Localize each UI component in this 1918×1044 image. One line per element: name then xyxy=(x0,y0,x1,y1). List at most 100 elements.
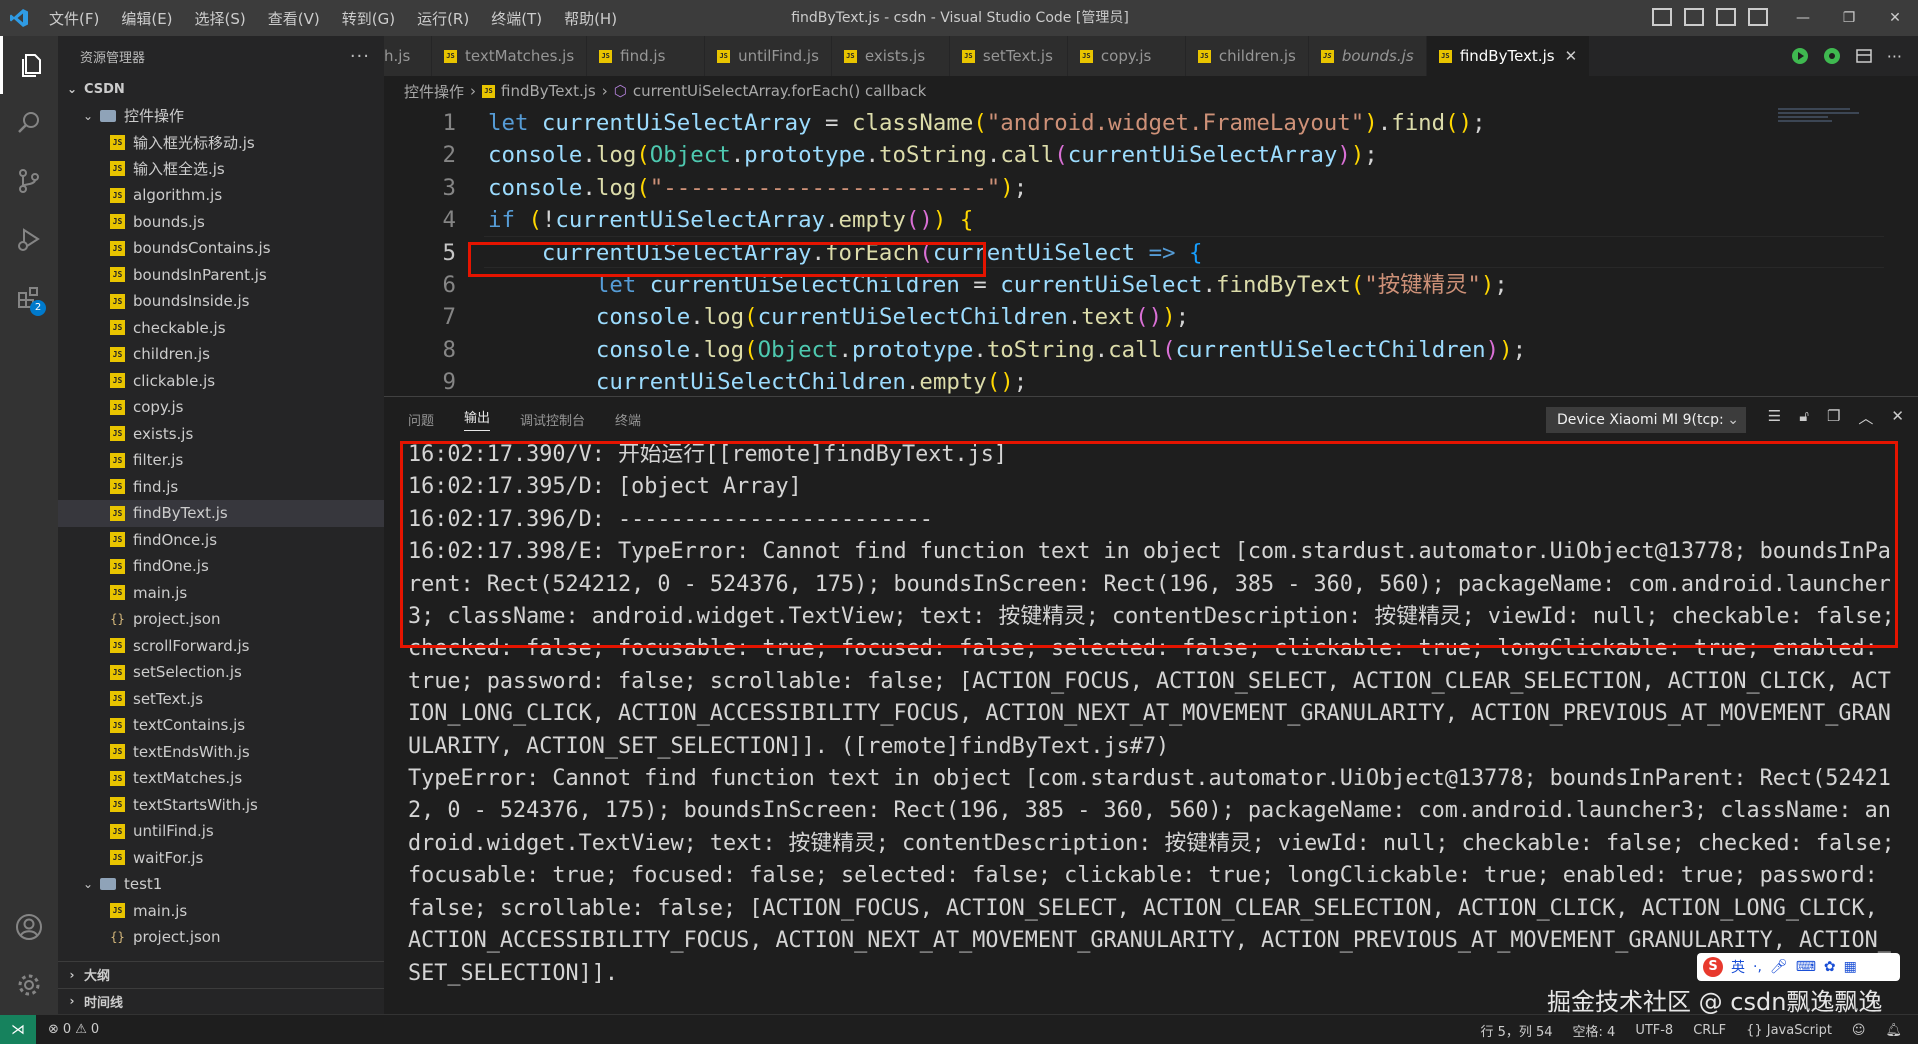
breadcrumb-file[interactable]: findByText.js xyxy=(501,82,596,100)
toggle-sidebar-icon[interactable] xyxy=(1652,8,1672,26)
panel-tab[interactable]: 终端 xyxy=(615,410,641,429)
file-item[interactable]: JS clickable.js xyxy=(58,368,384,395)
notifications-icon[interactable]: 🔔︎ xyxy=(1885,1023,1902,1038)
folder-kongjian[interactable]: ⌄ 控件操作 xyxy=(58,103,384,130)
explorer-icon[interactable] xyxy=(0,36,58,94)
file-item[interactable]: JS findByText.js xyxy=(58,500,384,527)
maximize-panel-icon[interactable]: ︿ xyxy=(1858,407,1873,428)
toggle-secondary-sidebar-icon[interactable] xyxy=(1716,8,1736,26)
editor-tab[interactable]: h.js xyxy=(384,36,432,76)
file-item[interactable]: JS exists.js xyxy=(58,421,384,448)
editor-tab[interactable]: JS find.js xyxy=(587,36,706,76)
ime-keyboard-icon[interactable]: ⌨︎ xyxy=(1796,959,1816,975)
remote-run-icon[interactable] xyxy=(1823,47,1841,65)
menu-item[interactable]: 文件(F) xyxy=(38,8,110,29)
ime-toolbar[interactable]: S 英 ·, 🎤︎ ⌨︎ ✿ ▦ xyxy=(1697,953,1900,981)
panel-tab[interactable]: 调试控制台 xyxy=(520,410,585,429)
editor-tab[interactable]: JS children.js xyxy=(1185,36,1309,76)
file-item[interactable]: JS textStartsWith.js xyxy=(58,792,384,819)
minimize-icon[interactable]: — xyxy=(1780,0,1826,36)
indentation[interactable]: 空格: 4 xyxy=(1573,1021,1616,1040)
tab-active[interactable]: JS findByText.js ✕ xyxy=(1426,36,1591,76)
file-item[interactable]: JS setSelection.js xyxy=(58,659,384,686)
file-item[interactable]: {} project.json xyxy=(58,924,384,951)
encoding[interactable]: UTF-8 xyxy=(1635,1023,1673,1038)
feedback-icon[interactable]: ☺ xyxy=(1852,1023,1866,1038)
problems-indicator[interactable]: ⊗ 0 ⚠ 0 xyxy=(48,1022,99,1037)
file-item[interactable]: JS boundsContains.js xyxy=(58,235,384,262)
file-item[interactable]: JS filter.js xyxy=(58,447,384,474)
file-item[interactable]: JS findOnce.js xyxy=(58,527,384,554)
panel-tab[interactable]: 问题 xyxy=(408,410,434,429)
file-item[interactable]: JS 输入框光标移动.js xyxy=(58,129,384,156)
editor-tab[interactable]: JS untilFind.js xyxy=(705,36,832,76)
run-icon[interactable] xyxy=(1791,47,1809,65)
restore-icon[interactable]: ❐ xyxy=(1826,0,1872,36)
breadcrumb-folder[interactable]: 控件操作 xyxy=(404,81,464,102)
open-editor-icon[interactable]: ❐ xyxy=(1827,407,1840,428)
file-item[interactable]: JS checkable.js xyxy=(58,315,384,342)
search-icon[interactable] xyxy=(0,94,58,152)
ime-language[interactable]: 英 xyxy=(1731,957,1745,977)
clear-output-icon[interactable]: ☰ xyxy=(1768,407,1781,428)
file-item[interactable]: JS find.js xyxy=(58,474,384,501)
remote-indicator-icon[interactable]: ⋊ xyxy=(0,1014,36,1044)
timeline-section[interactable]: › 时间线 xyxy=(58,987,384,1015)
customize-layout-icon[interactable] xyxy=(1748,8,1768,26)
file-item[interactable]: JS copy.js xyxy=(58,394,384,421)
file-item[interactable]: JS bounds.js xyxy=(58,209,384,236)
more-actions-icon[interactable]: ··· xyxy=(1887,47,1902,66)
file-item[interactable]: JS setText.js xyxy=(58,686,384,713)
minimap[interactable] xyxy=(1778,106,1868,136)
menu-item[interactable]: 运行(R) xyxy=(406,8,480,29)
editor-tab[interactable]: JS exists.js xyxy=(831,36,950,76)
menu-item[interactable]: 查看(V) xyxy=(257,8,331,29)
language-mode[interactable]: {} JavaScript xyxy=(1746,1023,1832,1038)
close-window-icon[interactable]: ✕ xyxy=(1872,0,1918,36)
file-item[interactable]: JS waitFor.js xyxy=(58,845,384,872)
editor-tab[interactable]: JS textMatches.js xyxy=(432,36,588,76)
lock-scroll-icon[interactable]: 🔓︎ xyxy=(1799,407,1809,428)
extensions-icon[interactable]: 2 xyxy=(0,268,58,326)
ime-mic-icon[interactable]: 🎤︎ xyxy=(1770,959,1788,975)
line-ending[interactable]: CRLF xyxy=(1693,1023,1726,1038)
editor-tab[interactable]: JS bounds.js xyxy=(1308,36,1427,76)
ime-apps-icon[interactable]: ▦ xyxy=(1844,959,1857,975)
menu-item[interactable]: 编辑(E) xyxy=(110,8,183,29)
menu-item[interactable]: 选择(S) xyxy=(184,8,257,29)
file-item[interactable]: JS children.js xyxy=(58,341,384,368)
toggle-panel-icon[interactable] xyxy=(1684,8,1704,26)
editor-tab[interactable]: JS copy.js xyxy=(1067,36,1186,76)
menu-item[interactable]: 终端(T) xyxy=(480,8,553,29)
file-item[interactable]: JS scrollForward.js xyxy=(58,633,384,660)
file-item[interactable]: JS boundsInParent.js xyxy=(58,262,384,289)
file-item[interactable]: JS textEndsWith.js xyxy=(58,739,384,766)
file-item[interactable]: JS boundsInside.js xyxy=(58,288,384,315)
folder-test1[interactable]: ⌄ test1 xyxy=(58,871,384,898)
settings-gear-icon[interactable] xyxy=(0,956,58,1014)
panel-tab[interactable]: 输出 xyxy=(464,407,491,431)
file-item[interactable]: JS textContains.js xyxy=(58,712,384,739)
run-debug-icon[interactable] xyxy=(0,210,58,268)
cursor-position[interactable]: 行 5，列 54 xyxy=(1480,1021,1552,1040)
account-icon[interactable] xyxy=(0,898,58,956)
close-panel-icon[interactable]: ✕ xyxy=(1891,407,1904,428)
menu-item[interactable]: 转到(G) xyxy=(331,8,406,29)
file-item[interactable]: JS algorithm.js xyxy=(58,182,384,209)
file-item[interactable]: JS main.js xyxy=(58,898,384,925)
file-item[interactable]: JS untilFind.js xyxy=(58,818,384,845)
file-item[interactable]: JS textMatches.js xyxy=(58,765,384,792)
breadcrumb-symbol[interactable]: currentUiSelectArray.forEach() callback xyxy=(633,82,927,100)
editor-tab[interactable]: JS setText.js xyxy=(949,36,1068,76)
source-control-icon[interactable] xyxy=(0,152,58,210)
file-item[interactable]: JS findOne.js xyxy=(58,553,384,580)
split-editor-icon[interactable] xyxy=(1855,47,1873,65)
file-item[interactable]: {} project.json xyxy=(58,606,384,633)
close-icon[interactable]: ✕ xyxy=(1565,47,1578,65)
outline-section[interactable]: › 大纲 xyxy=(58,961,384,988)
menu-item[interactable]: 帮助(H) xyxy=(553,8,628,29)
workspace-root[interactable]: ⌄ CSDN xyxy=(58,76,384,103)
file-item[interactable]: JS main.js xyxy=(58,580,384,607)
file-item[interactable]: JS 输入框全选.js xyxy=(58,156,384,183)
output-channel-select[interactable]: Device Xiaomi MI 9(tcp: ⌄ xyxy=(1546,407,1746,433)
